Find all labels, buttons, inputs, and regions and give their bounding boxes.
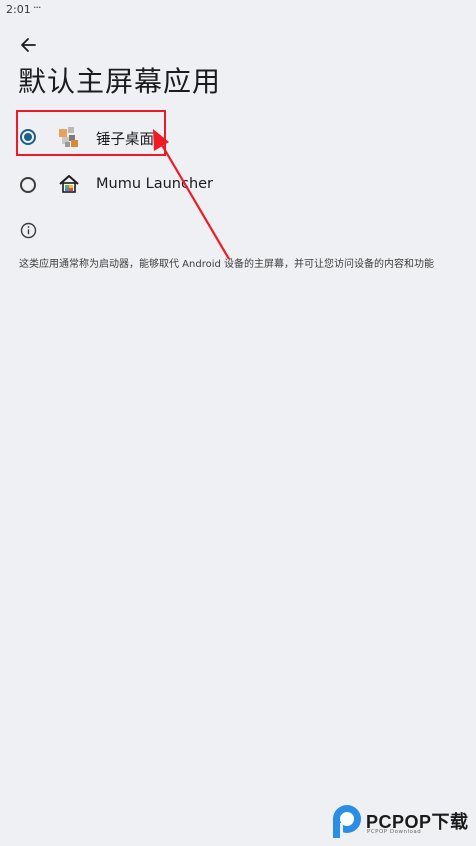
watermark: PCPOP下载 PCPOP Download [330, 804, 476, 840]
back-button[interactable] [14, 32, 42, 58]
annotation-highlight-box [16, 110, 166, 156]
status-bar: 2:01 ··· [0, 0, 476, 20]
mumu-house-icon [59, 175, 79, 193]
status-time: 2:01 [6, 3, 31, 16]
watermark-sub: PCPOP Download [367, 829, 422, 835]
pcpop-logo-icon [333, 805, 361, 838]
notification-dots: ··· [33, 1, 41, 14]
option-mumu-launcher[interactable]: Mumu Launcher [0, 162, 476, 206]
info-description: 这类应用通常称为启动器，能够取代 Android 设备的主屏幕，并可让您访问设备… [19, 259, 435, 270]
page-title: 默认主屏幕应用 [18, 65, 222, 98]
option-label: Mumu Launcher [96, 176, 214, 192]
info-icon [20, 222, 37, 239]
radio-unselected[interactable] [20, 177, 36, 193]
arrow-back-icon [21, 38, 36, 52]
